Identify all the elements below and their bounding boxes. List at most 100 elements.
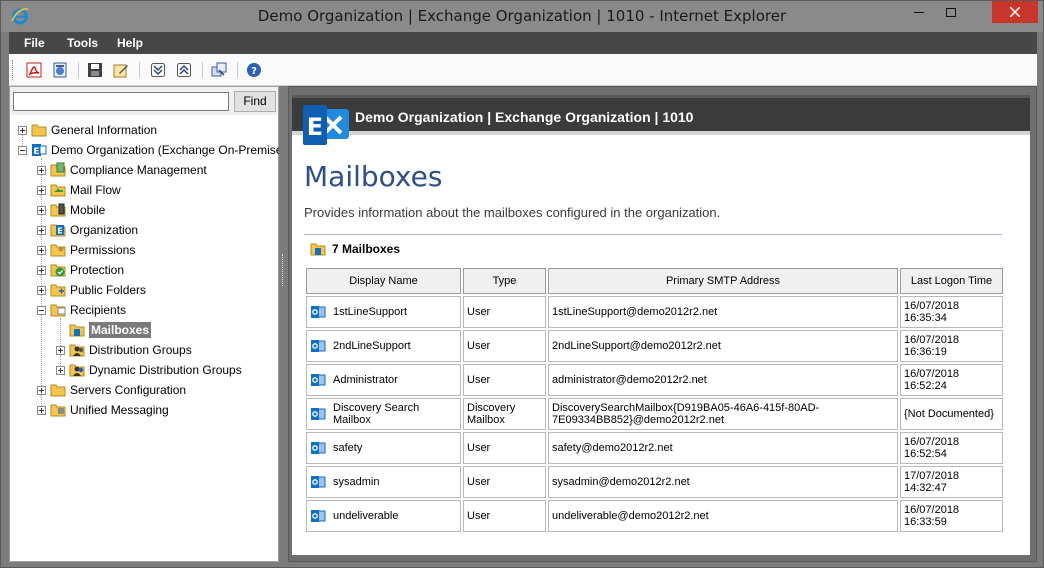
tree-item-label: Permissions: [70, 243, 136, 257]
tree-item-protection[interactable]: Protection: [37, 260, 124, 280]
tree-item-general-information[interactable]: General Information: [18, 120, 157, 140]
display-name: 1stLineSupport: [333, 306, 407, 318]
toolbar-separator: [202, 62, 203, 78]
tree-item-dynamic-distribution-groups[interactable]: Dynamic Distribution Groups: [56, 360, 242, 380]
report-header-title: Demo Organization | Exchange Organizatio…: [355, 109, 694, 125]
expand-toggle[interactable]: [37, 385, 46, 395]
tree-item-label: Demo Organization (Exchange On-Premises): [51, 143, 293, 157]
column-header[interactable]: Last Logon Time: [900, 268, 1003, 294]
display-name-cell: Discovery Search Mailbox: [306, 398, 461, 430]
tree-item-servers-configuration[interactable]: Servers Configuration: [37, 380, 186, 400]
toolbar-separator: [237, 62, 238, 78]
column-header[interactable]: Type: [463, 268, 546, 294]
column-header[interactable]: Display Name: [306, 268, 461, 294]
close-button[interactable]: [992, 1, 1038, 23]
menu-help[interactable]: Help: [117, 36, 143, 50]
collapse-all-icon[interactable]: [176, 62, 192, 78]
tree-item-label: Organization: [70, 223, 139, 237]
display-name-cell: Administrator: [306, 364, 461, 396]
display-name: sysadmin: [333, 476, 380, 488]
pane-splitter[interactable]: [279, 86, 288, 562]
expand-toggle[interactable]: [37, 185, 46, 195]
maximize-button[interactable]: [936, 1, 966, 23]
tree-item-label: Mail Flow: [70, 183, 121, 197]
tree-item-public-folders[interactable]: Public Folders: [37, 280, 146, 300]
type-cell: User: [463, 432, 546, 464]
tree-item-label: Mailboxes: [89, 322, 152, 338]
edit-icon[interactable]: [113, 62, 129, 78]
outlook-mailbox-icon: [311, 442, 326, 454]
expand-all-icon[interactable]: [150, 62, 166, 78]
collapse-toggle[interactable]: [37, 305, 46, 315]
column-header[interactable]: Primary SMTP Address: [548, 268, 898, 294]
toolbar: ?: [9, 54, 1037, 86]
collapse-toggle[interactable]: [18, 145, 27, 155]
expand-toggle[interactable]: [18, 125, 27, 135]
expand-toggle[interactable]: [37, 265, 46, 275]
tree-item-demo-organization[interactable]: E Demo Organization (Exchange On-Premise…: [18, 140, 292, 160]
web-export-icon[interactable]: [52, 62, 68, 78]
expand-toggle[interactable]: [37, 405, 46, 415]
recipients-folder-icon: [50, 304, 66, 317]
minimize-button[interactable]: [904, 1, 934, 23]
tree-item-organization[interactable]: E Organization: [37, 220, 138, 240]
logon-time: 16:35:34: [904, 312, 947, 324]
table-row: safety User safety@demo2012r2.net 16/07/…: [306, 432, 1003, 464]
table-row: Administrator User administrator@demo201…: [306, 364, 1003, 396]
display-name-cell: 1stLineSupport: [306, 296, 461, 328]
svg-text:E: E: [33, 147, 39, 157]
tree-item-label: Protection: [70, 263, 125, 277]
expand-toggle[interactable]: [37, 285, 46, 295]
splitter-grip[interactable]: [282, 254, 285, 286]
permissions-folder-icon: [50, 244, 66, 257]
expand-toggle[interactable]: [56, 345, 65, 355]
expand-toggle[interactable]: [37, 165, 46, 175]
tree-item-label: Compliance Management: [70, 163, 207, 177]
shield-check-icon: [50, 264, 66, 277]
toolbar-separator: [139, 62, 140, 78]
maximize-icon: [946, 7, 956, 17]
toolbar-grip[interactable]: [12, 60, 15, 80]
search-input[interactable]: [13, 92, 229, 111]
smtp-address-cell: 1stLineSupport@demo2012r2.net: [548, 296, 898, 328]
svg-text:E: E: [307, 113, 323, 141]
dynamic-group-icon: [69, 364, 85, 377]
save-icon[interactable]: [87, 62, 103, 78]
logon-time: 14:32:47: [904, 482, 947, 494]
type-cell: User: [463, 500, 546, 532]
smtp-address-cell: sysadmin@demo2012r2.net: [548, 466, 898, 498]
navigation-pane: Find General Information E Demo Organiza…: [9, 86, 292, 562]
report-document: Demo Organization | Exchange Organizatio…: [292, 95, 1030, 555]
mailbox-folder-icon: [69, 324, 85, 337]
pdf-export-icon[interactable]: [26, 62, 42, 78]
title-bar: Demo Organization | Exchange Organizatio…: [1, 1, 1043, 32]
find-bar: Find: [10, 87, 278, 115]
logon-date: 16/07/2018: [904, 334, 960, 346]
menu-tools[interactable]: Tools: [67, 36, 98, 50]
menu-file[interactable]: File: [24, 36, 45, 50]
display-name-cell: 2ndLineSupport: [306, 330, 461, 362]
tree-item-mobile[interactable]: Mobile: [37, 200, 105, 220]
tree-item-distribution-groups[interactable]: Distribution Groups: [56, 340, 192, 360]
smtp-address-cell: safety@demo2012r2.net: [548, 432, 898, 464]
exchange-folder-icon: E: [50, 224, 66, 237]
smtp-line: DiscoverySearchMailbox{D919BA05-46A6-415…: [552, 402, 820, 414]
tree-item-unified-messaging[interactable]: Unified Messaging: [37, 400, 169, 420]
last-logon-cell: {Not Documented}: [900, 398, 1003, 430]
find-button[interactable]: Find: [234, 91, 276, 112]
tree-item-label: Recipients: [70, 303, 127, 317]
expand-toggle[interactable]: [56, 365, 65, 375]
expand-toggle[interactable]: [37, 245, 46, 255]
expand-toggle[interactable]: [37, 205, 46, 215]
help-icon[interactable]: ?: [246, 62, 262, 78]
tree-item-compliance-management[interactable]: Compliance Management: [37, 160, 207, 180]
display-name-cell: safety: [306, 432, 461, 464]
browser-window: Demo Organization | Exchange Organizatio…: [0, 0, 1044, 568]
tree-item-permissions[interactable]: Permissions: [37, 240, 135, 260]
tree-item-recipients[interactable]: Recipients: [37, 300, 126, 320]
expand-toggle[interactable]: [37, 225, 46, 235]
compare-icon[interactable]: [211, 62, 227, 78]
tree-item-mailboxes[interactable]: Mailboxes: [69, 320, 152, 340]
tree-item-mail-flow[interactable]: Mail Flow: [37, 180, 121, 200]
minimize-icon: [914, 11, 924, 13]
